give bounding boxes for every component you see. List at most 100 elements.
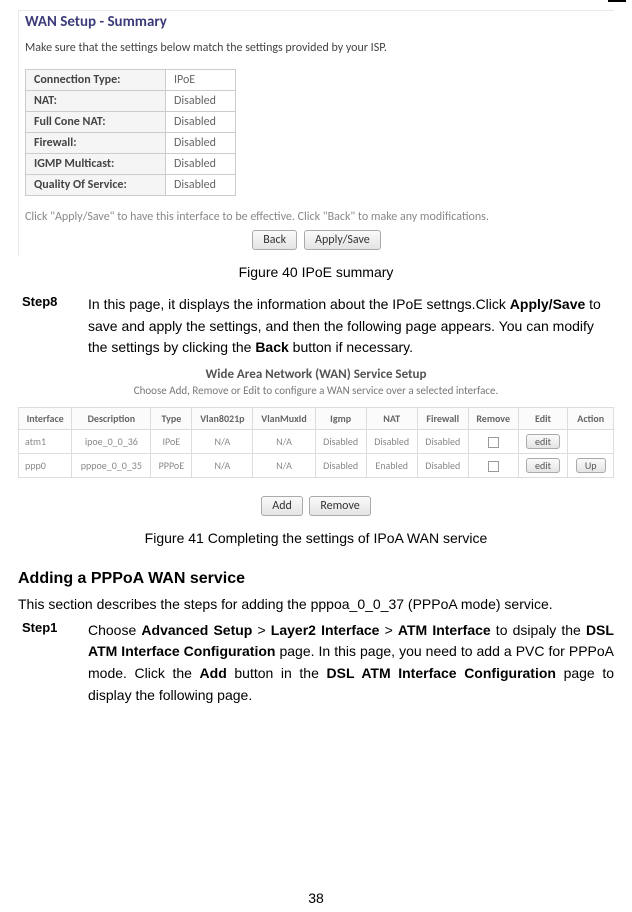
figure-caption-2: Figure 41 Completing the settings of IPo… [18, 522, 614, 560]
row-label: Quality Of Service: [26, 175, 166, 196]
col-header: Action [568, 408, 614, 430]
edit-button[interactable]: edit [526, 434, 560, 449]
col-header: Type [151, 408, 192, 430]
cell-description: ipoe_0_0_36 [72, 430, 151, 454]
text-fragment: button if necessary. [289, 339, 413, 355]
cell-interface: ppp0 [19, 454, 72, 478]
table-row: Full Cone NAT:Disabled [26, 112, 236, 133]
row-value: IPoE [166, 70, 236, 91]
text-fragment: > [379, 622, 397, 638]
col-header: Firewall [417, 408, 468, 430]
col-header: NAT [366, 408, 417, 430]
bold-text: Apply/Save [510, 296, 585, 312]
wan-summary-button-row: Back Apply/Save [19, 228, 614, 256]
cell-vlan8021p: N/A [192, 430, 253, 454]
row-label: IGMP Multicast: [26, 154, 166, 175]
figure-caption-1: Figure 40 IPoE summary [18, 256, 614, 294]
col-header: VlanMuxId [253, 408, 315, 430]
col-header: Description [72, 408, 151, 430]
table-row: Quality Of Service:Disabled [26, 175, 236, 196]
cell-igmp: Disabled [315, 430, 366, 454]
table-row: ppp0 pppoe_0_0_35 PPPoE N/A N/A Disabled… [19, 454, 614, 478]
step1-label: Step1 [18, 620, 88, 707]
wan-setup-summary-screenshot: WAN Setup - Summary Make sure that the s… [18, 10, 614, 256]
text-fragment: In this page, it displays the informatio… [88, 296, 510, 312]
step1-text: Choose Advanced Setup > Layer2 Interface… [88, 620, 614, 707]
row-label: Firewall: [26, 133, 166, 154]
col-header: Igmp [315, 408, 366, 430]
step8-label: Step8 [18, 294, 88, 359]
section-heading: Adding a PPPoA WAN service [18, 560, 614, 594]
wan-service-subtitle: Choose Add, Remove or Edit to configure … [18, 384, 614, 407]
cell-firewall: Disabled [417, 430, 468, 454]
table-row: atm1 ipoe_0_0_36 IPoE N/A N/A Disabled D… [19, 430, 614, 454]
text-fragment: button in the [227, 665, 327, 681]
bold-text: Advanced Setup [141, 622, 252, 638]
cell-vlan8021p: N/A [192, 454, 253, 478]
cell-edit: edit [518, 454, 568, 478]
remove-checkbox[interactable] [488, 461, 499, 472]
back-button[interactable]: Back [252, 230, 297, 250]
cell-action [568, 430, 614, 454]
row-value: Disabled [166, 112, 236, 133]
text-fragment: Choose [88, 622, 141, 638]
cell-vlanmuxid: N/A [253, 430, 315, 454]
wan-summary-note: Make sure that the settings below match … [19, 35, 614, 69]
wan-summary-title: WAN Setup - Summary [19, 11, 614, 35]
cell-type: IPoE [151, 430, 192, 454]
cell-firewall: Disabled [417, 454, 468, 478]
col-header: Remove [468, 408, 518, 430]
add-button[interactable]: Add [261, 496, 303, 516]
table-row: Connection Type:IPoE [26, 70, 236, 91]
row-value: Disabled [166, 91, 236, 112]
edit-button[interactable]: edit [526, 458, 560, 473]
table-row: IGMP Multicast:Disabled [26, 154, 236, 175]
page-number: 38 [0, 890, 632, 906]
wan-service-button-row: Add Remove [18, 478, 614, 522]
remove-button[interactable]: Remove [309, 496, 370, 516]
step8-row: Step8 In this page, it displays the info… [18, 294, 614, 359]
cell-edit: edit [518, 430, 568, 454]
text-fragment: > [252, 622, 270, 638]
bold-text: Layer2 Interface [271, 622, 380, 638]
row-label: Full Cone NAT: [26, 112, 166, 133]
wan-service-title: Wide Area Network (WAN) Service Setup [18, 363, 614, 384]
cell-igmp: Disabled [315, 454, 366, 478]
table-row: Firewall:Disabled [26, 133, 236, 154]
bold-text: Add [200, 665, 227, 681]
text-fragment: to dsipaly the [491, 622, 586, 638]
table-header-row: Interface Description Type Vlan8021p Vla… [19, 408, 614, 430]
table-row: NAT:Disabled [26, 91, 236, 112]
page-decoration-mark [608, 0, 626, 2]
apply-save-button[interactable]: Apply/Save [304, 230, 381, 250]
remove-checkbox[interactable] [488, 437, 499, 448]
cell-vlanmuxid: N/A [253, 454, 315, 478]
cell-type: PPPoE [151, 454, 192, 478]
wan-service-setup-screenshot: Wide Area Network (WAN) Service Setup Ch… [18, 363, 614, 522]
bold-text: DSL ATM Interface Configuration [327, 665, 556, 681]
bold-text: ATM Interface [398, 622, 491, 638]
wan-service-table: Interface Description Type Vlan8021p Vla… [18, 407, 614, 478]
row-label: Connection Type: [26, 70, 166, 91]
col-header: Interface [19, 408, 72, 430]
intro-paragraph: This section describes the steps for add… [18, 594, 614, 616]
col-header: Vlan8021p [192, 408, 253, 430]
cell-action: Up [568, 454, 614, 478]
up-button[interactable]: Up [576, 458, 606, 473]
cell-description: pppoe_0_0_35 [72, 454, 151, 478]
step1-row: Step1 Choose Advanced Setup > Layer2 Int… [18, 620, 614, 707]
cell-interface: atm1 [19, 430, 72, 454]
wan-summary-footer-note: Click "Apply/Save" to have this interfac… [19, 196, 614, 228]
row-label: NAT: [26, 91, 166, 112]
cell-remove [468, 430, 518, 454]
cell-remove [468, 454, 518, 478]
row-value: Disabled [166, 154, 236, 175]
row-value: Disabled [166, 175, 236, 196]
row-value: Disabled [166, 133, 236, 154]
step8-text: In this page, it displays the informatio… [88, 294, 614, 359]
col-header: Edit [518, 408, 568, 430]
cell-nat: Disabled [366, 430, 417, 454]
wan-summary-table: Connection Type:IPoE NAT:Disabled Full C… [25, 69, 236, 196]
bold-text: Back [255, 339, 288, 355]
cell-nat: Enabled [366, 454, 417, 478]
